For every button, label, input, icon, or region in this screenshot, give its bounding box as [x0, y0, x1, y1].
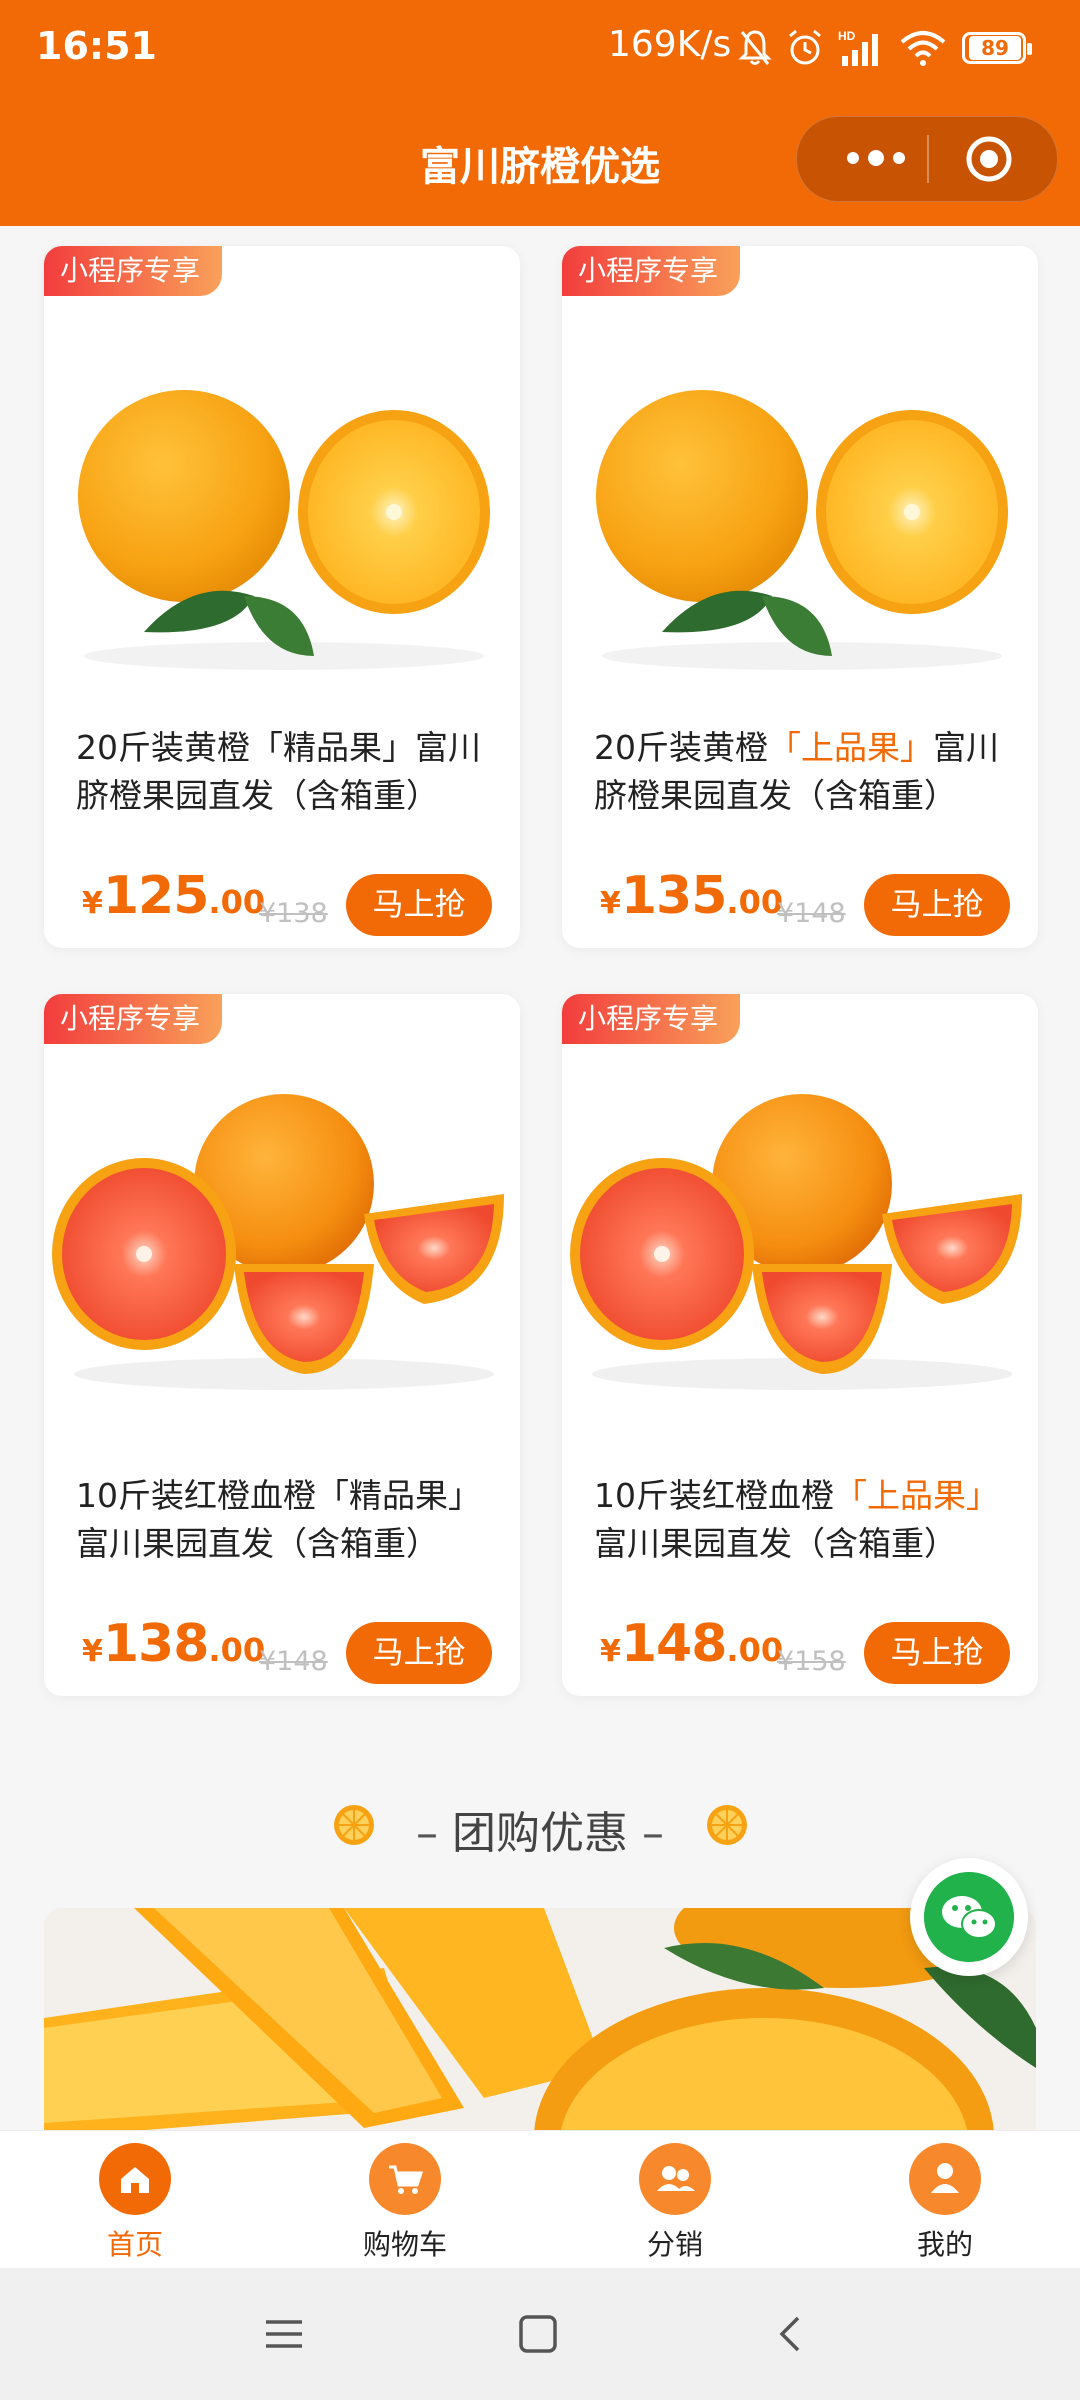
close-target-icon[interactable]: [965, 135, 1013, 183]
wechat-service-button[interactable]: [910, 1858, 1028, 1976]
navel-orange-photo: [44, 296, 520, 706]
tab-label: 我的: [916, 2228, 973, 2261]
buy-now-button[interactable]: 马上抢: [864, 874, 1010, 936]
exclusive-tag: 小程序专享: [44, 246, 223, 296]
tab-label: 购物车: [362, 2228, 447, 2261]
capsule-menu: [796, 116, 1058, 202]
grade-label: 「上品果」: [834, 1476, 999, 1515]
main-content: 小程序专享 20斤装黄橙「精品果」富川脐橙果园直发（含箱重） ¥125.00 ¥…: [0, 226, 1080, 2130]
price: ¥138.00: [82, 1614, 266, 1674]
blood-orange-photo: [562, 1044, 1038, 1454]
exclusive-tag: 小程序专享: [44, 994, 223, 1044]
grade-label: 「上品果」: [768, 728, 933, 767]
navel-orange-photo: [562, 296, 1038, 706]
person-icon: [909, 2143, 981, 2215]
more-dots-icon[interactable]: [827, 135, 925, 181]
buy-now-button[interactable]: 马上抢: [346, 1622, 492, 1684]
back-icon[interactable]: [772, 2314, 812, 2354]
original-price: ¥148: [777, 898, 846, 929]
cart-icon: [369, 2143, 441, 2215]
group-buy-banner[interactable]: [44, 1908, 1036, 2130]
wifi-icon: [900, 31, 946, 66]
battery-icon: 89: [962, 32, 1032, 64]
network-rate: 169K/s: [608, 24, 732, 65]
tab-label: 首页: [106, 2228, 163, 2261]
status-bar: 16:51 169K/s HD 89: [0, 0, 1080, 98]
tab-distribution[interactable]: 分销: [595, 2143, 755, 2263]
tab-mine[interactable]: 我的: [865, 2143, 1025, 2263]
battery-level: 89: [969, 36, 1021, 60]
product-card[interactable]: 小程序专享 20斤装黄橙「上品果」富川脐橙果园直发（含箱重） ¥135.00 ¥…: [562, 246, 1038, 948]
tab-label: 分销: [646, 2228, 703, 2261]
system-nav-bar: [0, 2268, 1080, 2400]
exclusive-tag: 小程序专享: [562, 994, 741, 1044]
orange-slice-icon: [707, 1805, 747, 1845]
product-card[interactable]: 小程序专享 10斤装红橙血橙「精品果」富川果园直发（含箱重） ¥138.00 ¥…: [44, 994, 520, 1696]
svg-text:HD: HD: [838, 29, 856, 43]
buy-now-button[interactable]: 马上抢: [346, 874, 492, 936]
home-icon: [99, 2143, 171, 2215]
buy-now-button[interactable]: 马上抢: [864, 1622, 1010, 1684]
product-name: 10斤装红橙血橙「上品果」富川果园直发（含箱重）: [594, 1476, 999, 1563]
product-card[interactable]: 小程序专享 10斤装红橙血橙「上品果」富川果园直发（含箱重） ¥148.00 ¥…: [562, 994, 1038, 1696]
grade-label: 「精品果」: [250, 728, 415, 767]
wechat-icon: [924, 1872, 1014, 1962]
product-card[interactable]: 小程序专享 20斤装黄橙「精品果」富川脐橙果园直发（含箱重） ¥125.00 ¥…: [44, 246, 520, 948]
price: ¥135.00: [600, 866, 784, 926]
original-price: ¥138: [259, 898, 328, 929]
blood-orange-photo: [44, 1044, 520, 1454]
section-title-text: 团购优惠: [452, 1808, 628, 1859]
home-square-icon[interactable]: [518, 2314, 558, 2354]
product-name: 20斤装黄橙「上品果」富川脐橙果园直发（含箱重）: [594, 728, 999, 815]
original-price: ¥158: [777, 1646, 846, 1677]
grade-label: 「精品果」: [316, 1476, 481, 1515]
bottom-tab-bar: 首页 购物车 分销 我的: [0, 2130, 1080, 2269]
tab-cart[interactable]: 购物车: [325, 2143, 485, 2263]
price: ¥148.00: [600, 1614, 784, 1674]
tab-home[interactable]: 首页: [55, 2143, 215, 2263]
menu-icon[interactable]: [264, 2314, 304, 2354]
users-icon: [639, 2143, 711, 2215]
mute-bell-icon: [738, 30, 772, 65]
hd-signal-icon: HD: [838, 29, 878, 66]
alarm-icon: [789, 29, 821, 65]
mini-program-navbar: 富川脐橙优选: [0, 98, 1080, 226]
section-title: – 团购优惠 –: [416, 1808, 664, 1859]
product-name: 20斤装黄橙「精品果」富川脐橙果园直发（含箱重）: [76, 728, 481, 815]
exclusive-tag: 小程序专享: [562, 246, 741, 296]
price: ¥125.00: [82, 866, 266, 926]
product-name: 10斤装红橙血橙「精品果」富川果园直发（含箱重）: [76, 1476, 481, 1563]
original-price: ¥148: [259, 1646, 328, 1677]
status-time: 16:51: [36, 24, 157, 68]
capsule-divider: [927, 135, 929, 183]
